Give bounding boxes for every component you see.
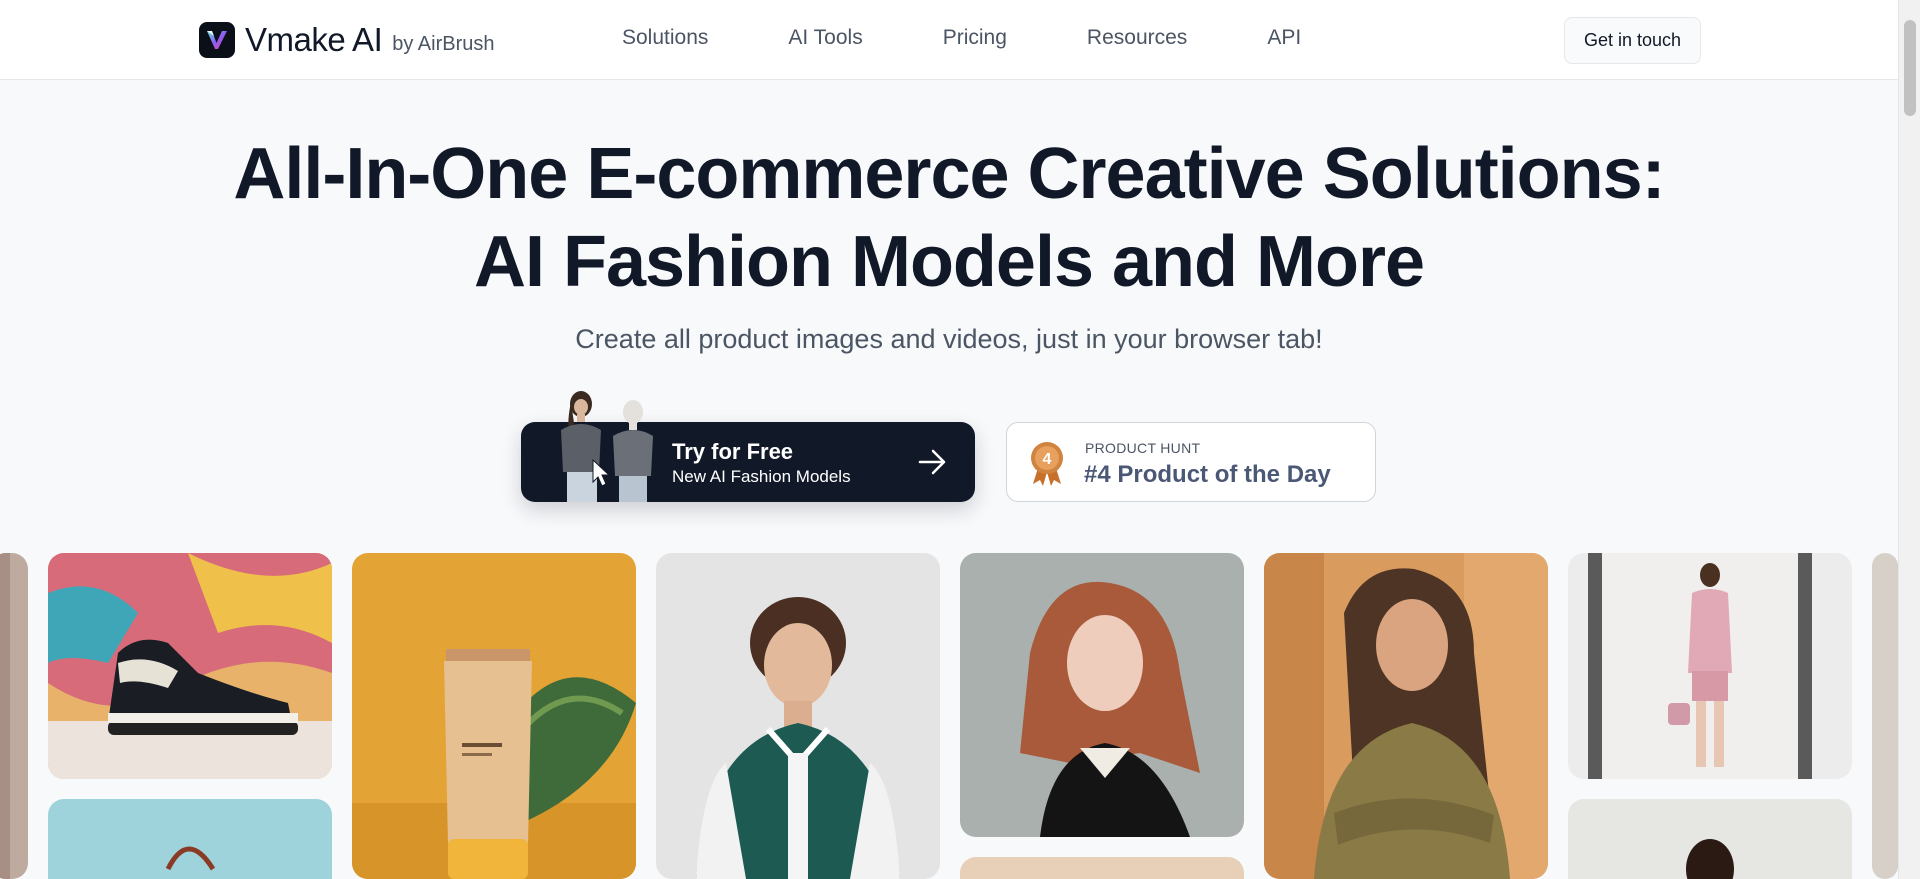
brand-logo[interactable]: Vmake AI by AirBrush [199, 21, 495, 58]
hero-title: All-In-One E-commerce Creative Solutions… [0, 130, 1898, 306]
hero-title-line-1: All-In-One E-commerce Creative Solutions… [233, 134, 1665, 214]
vmake-logo-icon [199, 22, 235, 58]
brand-byline: by AirBrush [392, 32, 495, 55]
gallery-image-redhead-model[interactable] [960, 553, 1244, 837]
gallery-image-edge-right[interactable] [1872, 553, 1898, 879]
nav-link-ai-tools[interactable]: AI Tools [788, 26, 862, 50]
product-hunt-label: PRODUCT HUNT [1085, 440, 1201, 456]
product-hunt-badge[interactable]: 4 PRODUCT HUNT #4 Product of the Day [1006, 422, 1376, 502]
get-in-touch-button[interactable]: Get in touch [1564, 17, 1701, 64]
gallery-image-model-portrait[interactable] [1568, 799, 1852, 879]
nav-link-api[interactable]: API [1267, 26, 1301, 50]
scrollbar-thumb[interactable] [1904, 20, 1916, 116]
gallery-image-pink-suit-model[interactable] [1568, 553, 1852, 779]
medal-rank: 4 [1043, 451, 1052, 468]
try-button-title: Try for Free [672, 439, 794, 464]
gallery-image-cardigan-model[interactable] [1264, 553, 1548, 879]
gallery-image-cosmetic-tube[interactable] [352, 553, 636, 879]
product-hunt-title: #4 Product of the Day [1084, 461, 1331, 488]
fashion-models-thumbnail [561, 391, 653, 502]
try-button-subtitle: New AI Fashion Models [672, 467, 851, 486]
page-scrollbar[interactable] [1898, 0, 1920, 879]
nav-link-resources[interactable]: Resources [1087, 26, 1187, 50]
medal-icon: 4 [1031, 442, 1063, 486]
gallery-image-handbag[interactable] [48, 799, 332, 879]
nav-links: Solutions AI Tools Pricing Resources API [622, 26, 1381, 50]
brand-name: Vmake AI [245, 21, 383, 58]
arrow-right-icon [918, 449, 946, 475]
try-for-free-button[interactable]: Try for Free New AI Fashion Models [521, 391, 975, 502]
gallery-image-edge-left[interactable] [0, 553, 28, 879]
gallery-image-beige[interactable] [960, 857, 1244, 879]
top-navigation: Vmake AI by AirBrush Solutions AI Tools … [0, 0, 1898, 80]
gallery-image-varsity-jacket-model[interactable] [656, 553, 940, 879]
nav-link-solutions[interactable]: Solutions [622, 26, 708, 50]
nav-link-pricing[interactable]: Pricing [943, 26, 1007, 50]
hero-subtitle: Create all product images and videos, ju… [575, 324, 1323, 354]
hero-title-line-2: AI Fashion Models and More [473, 222, 1425, 302]
gallery-image-sneaker[interactable] [48, 553, 332, 779]
